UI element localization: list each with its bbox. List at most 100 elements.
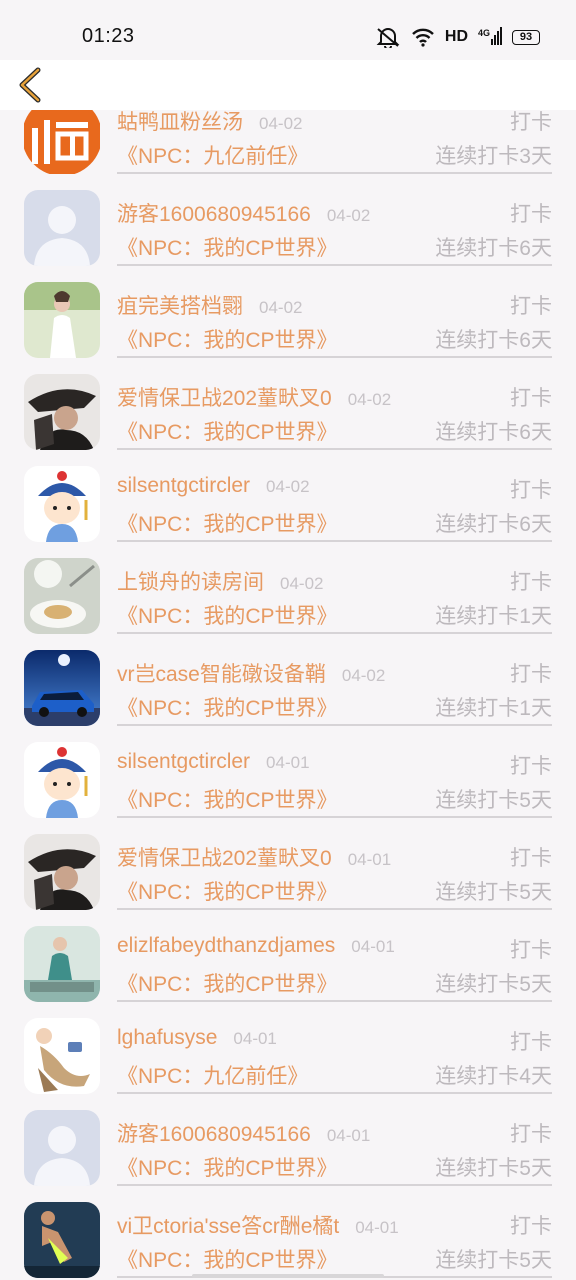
user-name[interactable]: silsentgctircler <box>117 750 250 774</box>
avatar[interactable] <box>24 1110 100 1186</box>
npc-title[interactable]: 《NPC：我的CP世界》 <box>117 324 338 354</box>
list-item-content: 游客1600680945166 04-01 打卡 《NPC：我的CP世界》 连续打卡5天 <box>117 1110 552 1186</box>
npc-title[interactable]: 《NPC：我的CP世界》 <box>117 1244 338 1274</box>
list-item-header: lghafusyse 04-01 <box>117 1026 277 1050</box>
list-item[interactable]: vi卫ctoria'sse答cr酬e橘t 04-01 打卡 《NPC：我的CP世界》 连… <box>0 1202 576 1280</box>
npc-title[interactable]: 《NPC：九亿前任》 <box>117 140 308 170</box>
avatar[interactable] <box>24 374 100 450</box>
checkin-label: 打卡 <box>510 847 552 870</box>
list-item-header: 上锁舟的读房间 04-02 <box>117 566 323 596</box>
list-item-content: 爱情保卫战202蕫畎叉0 04-01 打卡《NPC：我的CP世界》 连续打卡5天 <box>117 834 552 910</box>
list-item[interactable]: silsentgctircler 04-02 打卡 《NPC：我的CP世界》 连续打卡6… <box>0 466 576 558</box>
list-item-content: vr岂case智能礅设备鞘 04-02 打卡 《NPC：我的CP世界》 连续打卡1天 <box>117 650 552 726</box>
npc-title[interactable]: 《NPC：我的CP世界》 <box>117 508 338 538</box>
npc-title[interactable]: 《NPC：我的CP世界》 <box>117 232 338 262</box>
user-name[interactable]: vr岂case智能礅设备鞘 <box>117 658 326 688</box>
list-item-content: silsentgctircler 04-01 打卡《NPC：我的CP世界》 连续打卡5… <box>117 742 552 818</box>
list-item[interactable]: 疽完美搭档翾 04-02 打卡 《NPC：我的CP世界》 连续打卡6天 <box>0 282 576 374</box>
user-name[interactable]: elizlfabeydthanzdjames <box>117 934 335 958</box>
list-item-content: 上锁舟的读房间 04-02 打卡《NPC：我的CP世界》 连续打卡1天 <box>117 558 552 634</box>
avatar[interactable] <box>24 1202 100 1278</box>
npc-title[interactable]: 《NPC：九亿前任》 <box>117 1060 308 1090</box>
user-name[interactable]: 爱情保卫战202蕫畎叉0 <box>117 382 332 412</box>
checkin-date: 04-01 <box>347 850 392 869</box>
user-name[interactable]: 上锁舟的读房间 <box>117 566 264 596</box>
list-item-header: 游客1600680945166 04-01 <box>117 1118 370 1148</box>
avatar[interactable] <box>24 558 100 634</box>
list-item-header: elizlfabeydthanzdjames 04-01 <box>117 934 395 958</box>
avatar[interactable] <box>24 190 100 266</box>
checkin-date: 04-02 <box>259 298 303 317</box>
streak-text: 连续打卡6天 <box>435 421 552 444</box>
list-item[interactable]: vr岂case智能礅设备鞘 04-02 打卡 《NPC：我的CP世界》 连续打卡1天 <box>0 650 576 742</box>
list-item-header: silsentgctircler 04-02 <box>117 474 310 498</box>
streak-text: 连续打卡1天 <box>435 605 552 628</box>
home-indicator[interactable] <box>192 1274 384 1278</box>
list-item-header: 蛄鸭皿粉丝汤 04-02 <box>117 106 302 136</box>
list-item[interactable]: 游客1600680945166 04-01 打卡 《NPC：我的CP世界》 连续打卡5天 <box>0 1110 576 1202</box>
user-name[interactable]: lghafusyse <box>117 1026 217 1050</box>
checkin-label: 打卡 <box>510 1031 552 1054</box>
list-item-content: lghafusyse 04-01 打卡 《NPC：九亿前任》 连续打卡4天 <box>117 1018 552 1094</box>
checkin-date: 04-01 <box>355 1218 399 1237</box>
status-icons: HD 4G 93 <box>375 26 540 48</box>
avatar[interactable] <box>24 466 100 542</box>
user-name[interactable]: vi卫ctoria'sse答cr酬e橘t <box>117 1210 339 1240</box>
list-item[interactable]: 爱情保卫战202蕫畎叉0 04-02 打卡 《NPC：我的CP世界》 连续打卡6天 <box>0 374 576 466</box>
list-item[interactable]: silsentgctircler 04-01 打卡《NPC：我的CP世界》 连续打卡5… <box>0 742 576 834</box>
checkin-label: 打卡 <box>510 939 552 962</box>
checkin-date: 04-02 <box>341 666 386 685</box>
avatar[interactable] <box>24 650 100 726</box>
checkin-date: 04-02 <box>347 390 392 409</box>
checkin-label: 打卡 <box>510 571 552 594</box>
checkin-date: 04-02 <box>266 477 310 496</box>
streak-text: 连续打卡5天 <box>435 789 552 812</box>
avatar[interactable] <box>24 742 100 818</box>
svg-text:4G: 4G <box>478 28 490 38</box>
user-name[interactable]: 蛄鸭皿粉丝汤 <box>117 106 243 136</box>
checkin-date: 04-02 <box>259 114 303 133</box>
list-item-header: silsentgctircler 04-01 <box>117 750 310 774</box>
avatar[interactable] <box>24 834 100 910</box>
status-bar: 01:23 HD 4G 93 <box>0 0 576 60</box>
avatar[interactable] <box>24 926 100 1002</box>
streak-text: 连续打卡5天 <box>435 881 552 904</box>
list-item-header: vr岂case智能礅设备鞘 04-02 <box>117 658 385 688</box>
checkin-list: 蛄鸭皿粉丝汤 04-02 打卡 《NPC：九亿前任》 连续打卡3天 游客160068094… <box>0 98 576 1280</box>
streak-text: 连续打卡3天 <box>435 145 552 168</box>
wifi-icon <box>412 28 434 47</box>
checkin-label: 打卡 <box>510 755 552 778</box>
list-item-header: 爱情保卫战202蕫畎叉0 04-01 <box>117 842 391 872</box>
avatar[interactable] <box>24 1018 100 1094</box>
npc-title[interactable]: 《NPC：我的CP世界》 <box>117 876 338 906</box>
npc-title[interactable]: 《NPC：我的CP世界》 <box>117 1152 338 1182</box>
checkin-date: 04-01 <box>351 937 395 956</box>
list-item[interactable]: elizlfabeydthanzdjames 04-01 打卡《NPC：我的CP世界… <box>0 926 576 1018</box>
user-name[interactable]: 游客1600680945166 <box>117 1118 311 1148</box>
user-name[interactable]: silsentgctircler <box>117 474 250 498</box>
battery-indicator: 93 <box>512 29 540 45</box>
avatar[interactable] <box>24 282 100 358</box>
npc-title[interactable]: 《NPC：我的CP世界》 <box>117 784 338 814</box>
list-item[interactable]: 上锁舟的读房间 04-02 打卡《NPC：我的CP世界》 连续打卡1天 <box>0 558 576 650</box>
checkin-label: 打卡 <box>510 111 552 134</box>
checkin-label: 打卡 <box>510 663 552 686</box>
list-item-content: vi卫ctoria'sse答cr酬e橘t 04-01 打卡 《NPC：我的CP世界》 连… <box>117 1202 552 1278</box>
user-name[interactable]: 疽完美搭档翾 <box>117 290 243 320</box>
list-item[interactable]: 爱情保卫战202蕫畎叉0 04-01 打卡《NPC：我的CP世界》 连续打卡5天 <box>0 834 576 926</box>
list-item-header: 疽完美搭档翾 04-02 <box>117 290 302 320</box>
user-name[interactable]: 游客1600680945166 <box>117 198 311 228</box>
npc-title[interactable]: 《NPC：我的CP世界》 <box>117 600 338 630</box>
chevron-left-icon[interactable] <box>10 64 52 106</box>
user-name[interactable]: 爱情保卫战202蕫畎叉0 <box>117 842 332 872</box>
list-item[interactable]: 游客1600680945166 04-02 打卡 《NPC：我的CP世界》 连续打卡6天 <box>0 190 576 282</box>
npc-title[interactable]: 《NPC：我的CP世界》 <box>117 968 338 998</box>
npc-title[interactable]: 《NPC：我的CP世界》 <box>117 416 338 446</box>
checkin-date: 04-01 <box>326 1126 371 1145</box>
silent-bell-icon <box>376 28 400 48</box>
list-item[interactable]: lghafusyse 04-01 打卡 《NPC：九亿前任》 连续打卡4天 <box>0 1018 576 1110</box>
list-item[interactable]: 蛄鸭皿粉丝汤 04-02 打卡《NPC：九亿前任》 连续打卡3天 <box>0 98 576 190</box>
npc-title[interactable]: 《NPC：我的CP世界》 <box>117 692 338 722</box>
nav-bar <box>0 60 576 110</box>
list-item-header: 游客1600680945166 04-02 <box>117 198 370 228</box>
